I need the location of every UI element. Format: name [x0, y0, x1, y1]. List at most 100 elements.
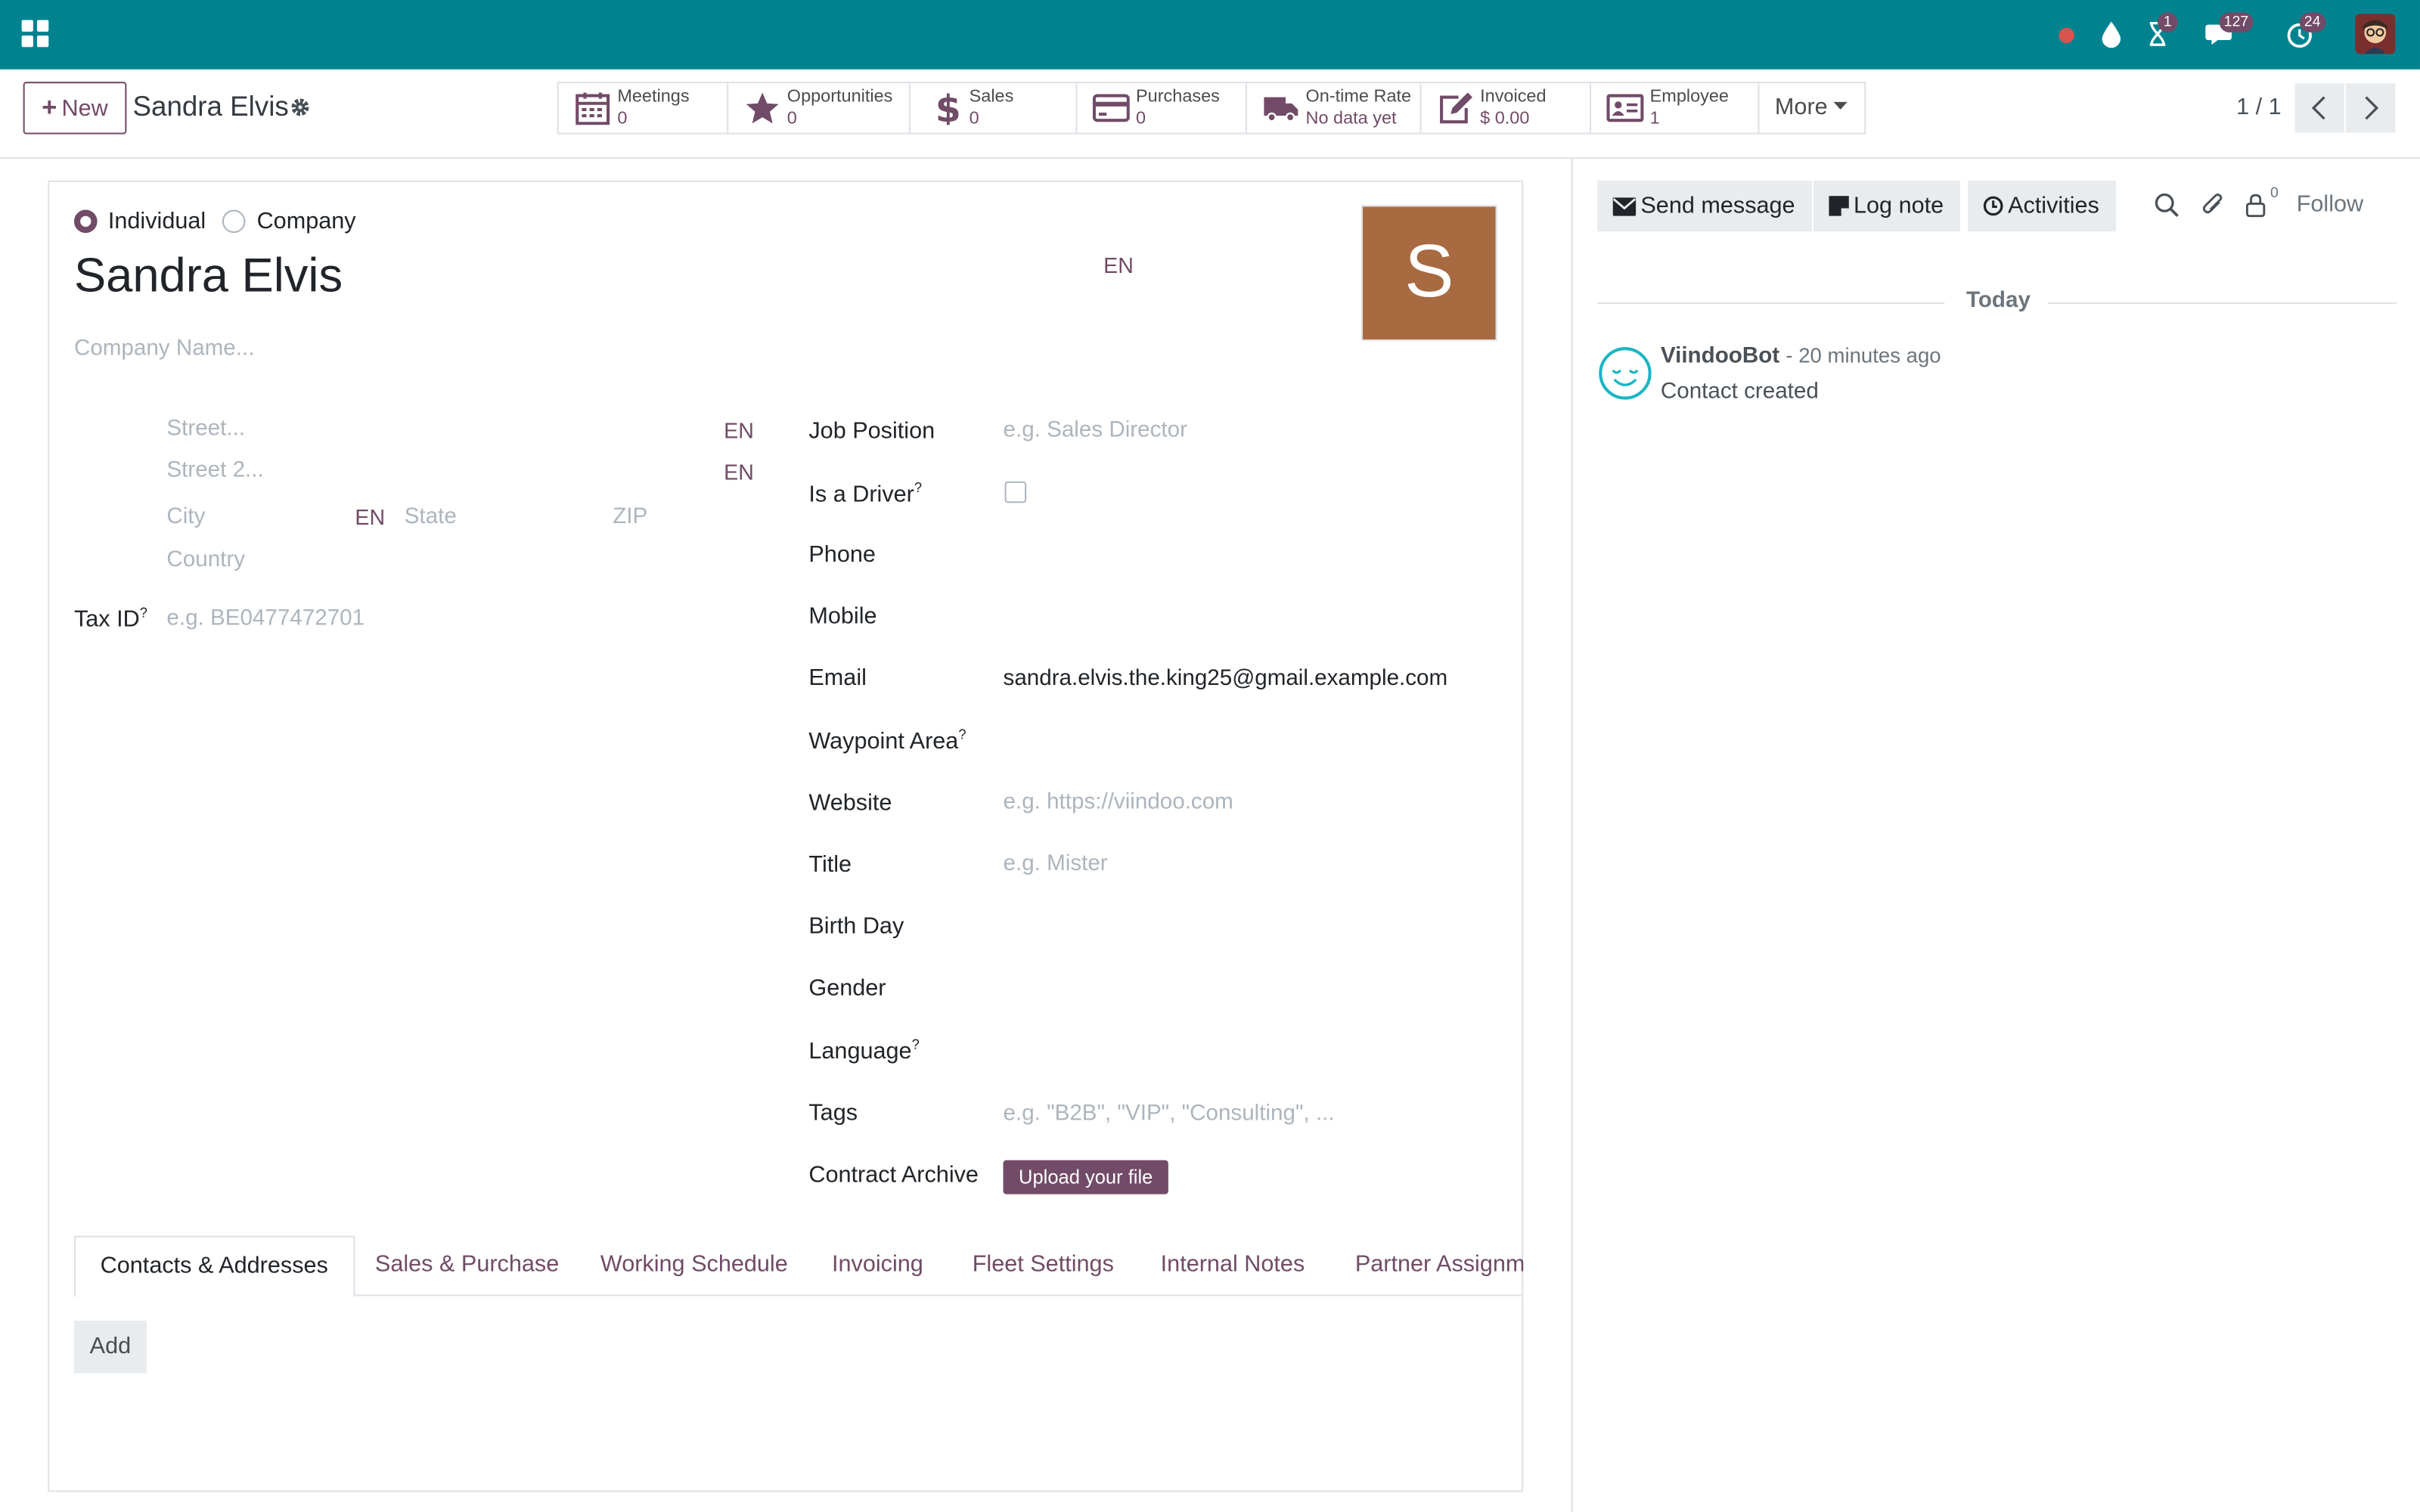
individual-radio-label[interactable]: Individual: [108, 209, 206, 235]
tab-internal-notes[interactable]: Internal Notes: [1161, 1236, 1305, 1297]
employee-smart-button[interactable]: Employee 1: [1591, 83, 1760, 133]
send-message-button[interactable]: Send message: [1597, 180, 1813, 232]
city-input[interactable]: City: [166, 504, 205, 529]
partner-avatar-image[interactable]: S: [1360, 205, 1497, 342]
help-tooltip[interactable]: ?: [912, 1036, 920, 1052]
company-radio-label[interactable]: Company: [257, 209, 356, 235]
street2-input[interactable]: Street 2...: [166, 458, 263, 483]
new-button[interactable]: + New: [23, 82, 127, 135]
company-radio[interactable]: [222, 209, 247, 234]
svg-text:$: $: [935, 91, 961, 125]
new-button-label: New: [61, 95, 108, 122]
activities-icon[interactable]: 1: [2142, 12, 2178, 49]
smart-button-value: 0: [1136, 109, 1146, 129]
drop-icon[interactable]: [2096, 18, 2127, 49]
purchases-smart-button[interactable]: Purchases 0: [1077, 83, 1247, 133]
smart-button-value: 0: [786, 109, 797, 129]
envelope-icon: [1612, 197, 1637, 216]
job-position-label: Job Position: [808, 418, 935, 445]
waypoint-area-label: Waypoint Area?: [808, 727, 966, 754]
tab-invoicing[interactable]: Invoicing: [832, 1236, 923, 1297]
phone-label: Phone: [808, 541, 876, 569]
tab-sales-purchase[interactable]: Sales & Purchase: [375, 1236, 559, 1297]
apps-menu-icon[interactable]: [21, 20, 50, 48]
company-name-input[interactable]: Company Name...: [74, 336, 254, 361]
help-tooltip[interactable]: ?: [140, 605, 147, 620]
gear-icon[interactable]: [289, 96, 312, 119]
timesheet-icon[interactable]: 24: [2284, 12, 2325, 49]
smart-button-label: Opportunities: [786, 88, 893, 107]
website-input[interactable]: e.g. https://viindoo.com: [1004, 790, 1233, 815]
smart-button-label: On-time Rate: [1305, 88, 1412, 107]
tab-fleet-settings[interactable]: Fleet Settings: [973, 1236, 1114, 1297]
followers-button[interactable]: 0: [2242, 185, 2279, 219]
tax-id-label: Tax ID?: [73, 604, 147, 633]
is-driver-label: Is a Driver?: [808, 479, 923, 508]
smart-button-value: $ 0.00: [1480, 109, 1530, 129]
state-select[interactable]: State: [405, 504, 457, 529]
smart-button-label: Employee: [1649, 88, 1729, 107]
help-tooltip[interactable]: ?: [958, 727, 966, 742]
upload-file-button[interactable]: Upload your file: [1003, 1160, 1168, 1194]
opportunities-smart-button[interactable]: Opportunities 0: [728, 83, 911, 133]
help-tooltip[interactable]: ?: [914, 480, 922, 495]
id-card-icon: [1606, 94, 1644, 122]
job-position-input[interactable]: e.g. Sales Director: [1004, 418, 1187, 443]
add-contact-button[interactable]: Add: [73, 1320, 147, 1374]
paperclip-icon[interactable]: [2199, 191, 2227, 219]
street-translate-button[interactable]: EN: [724, 418, 754, 443]
invoiced-smart-button[interactable]: Invoiced $ 0.00: [1422, 83, 1592, 133]
mobile-label: Mobile: [808, 603, 877, 630]
caret-down-icon: [1834, 101, 1848, 110]
tab-working-schedule[interactable]: Working Schedule: [600, 1236, 788, 1297]
street2-translate-button[interactable]: EN: [724, 460, 754, 485]
partner-name-input[interactable]: Sandra Elvis: [74, 249, 343, 304]
tab-partner-assignment[interactable]: Partner Assignm: [1355, 1236, 1523, 1297]
record-status-icon[interactable]: [2052, 18, 2083, 49]
message-author-name: ViindooBot: [1660, 344, 1780, 369]
follow-button[interactable]: Follow: [2297, 191, 2363, 218]
clock-icon: [1983, 196, 2003, 216]
activities-button[interactable]: Activities: [1968, 180, 2117, 232]
is-driver-checkbox[interactable]: [1004, 481, 1027, 503]
tags-input[interactable]: e.g. "B2B", "VIP", "Consulting", ...: [1004, 1101, 1335, 1126]
smart-button-value: 1: [1649, 109, 1660, 129]
name-translate-button[interactable]: EN: [1103, 253, 1134, 278]
chatter-panel: Send message Log note Activities 0 Follo…: [1571, 159, 2420, 1512]
city-translate-button[interactable]: EN: [355, 504, 385, 529]
title-label: Title: [808, 851, 852, 878]
tax-id-input[interactable]: e.g. BE0477472701: [166, 606, 365, 631]
pager-previous-button[interactable]: [2294, 83, 2344, 133]
title-select[interactable]: e.g. Mister: [1004, 852, 1108, 877]
user-avatar[interactable]: [2355, 14, 2396, 54]
date-divider-left: [1597, 302, 1945, 305]
calendar-icon: [576, 92, 610, 125]
individual-radio[interactable]: [73, 209, 98, 234]
messages-icon[interactable]: 127: [2204, 12, 2254, 49]
chevron-right-icon: [2365, 96, 2379, 120]
company-type-radio: Individual Company: [73, 209, 356, 235]
control-panel: + New Sandra Elvis Meetings 0 Opportuniti…: [0, 69, 2420, 160]
message-body: Contact created: [1660, 380, 1819, 404]
tab-contacts-addresses[interactable]: Contacts & Addresses: [73, 1235, 355, 1298]
search-icon[interactable]: [2153, 191, 2181, 219]
on-time-rate-smart-button[interactable]: On-time Rate No data yet: [1247, 83, 1422, 133]
meetings-smart-button[interactable]: Meetings 0: [559, 83, 729, 133]
zip-input[interactable]: ZIP: [613, 504, 647, 529]
country-select[interactable]: Country: [166, 547, 245, 572]
truck-icon: [1264, 97, 1298, 122]
pager-value[interactable]: 1 / 1: [2236, 94, 2282, 120]
sales-smart-button[interactable]: $ Sales 0: [911, 83, 1078, 133]
street-input[interactable]: Street...: [166, 417, 245, 442]
top-navbar: 1 127 24: [0, 0, 2420, 70]
more-dropdown[interactable]: More: [1760, 83, 1865, 132]
email-input[interactable]: sandra.elvis.the.king25@gmail.example.co…: [1004, 667, 1448, 692]
smart-button-label: Meetings: [617, 88, 690, 107]
smart-buttons: Meetings 0 Opportunities 0 $ Sales 0 Pur…: [557, 82, 1866, 135]
smart-button-value: 0: [969, 109, 979, 129]
log-note-button[interactable]: Log note: [1813, 180, 1961, 232]
dollar-icon: $: [935, 91, 961, 125]
more-label: More: [1774, 94, 1828, 121]
form-sheet: Individual Company Sandra Elvis EN S Com…: [48, 180, 1524, 1492]
pager-next-button[interactable]: [2346, 83, 2396, 133]
